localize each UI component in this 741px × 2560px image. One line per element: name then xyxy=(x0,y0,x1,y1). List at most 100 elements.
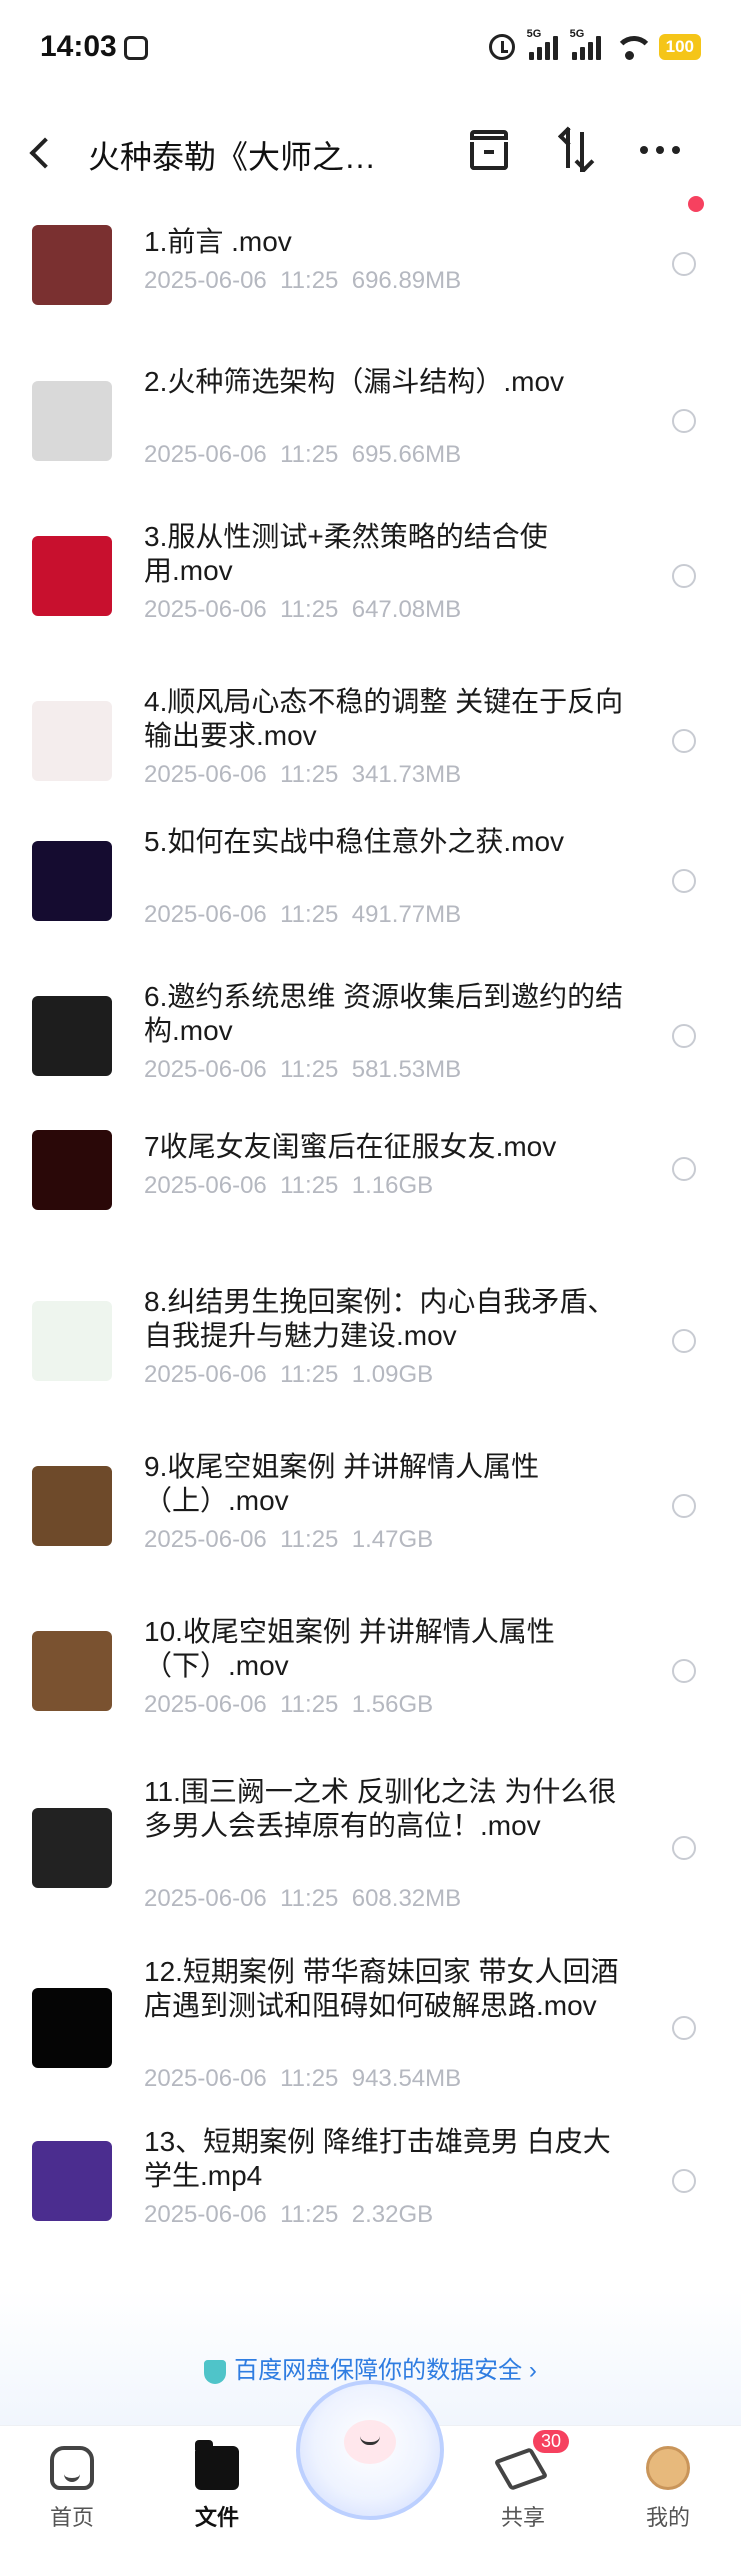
notification-dot xyxy=(688,196,704,212)
file-size: 647.08MB xyxy=(351,596,462,623)
video-thumbnail xyxy=(32,2141,112,2221)
video-thumbnail xyxy=(32,1988,112,2068)
video-thumbnail xyxy=(32,1808,112,1888)
video-thumbnail xyxy=(32,841,112,921)
sort-icon[interactable] xyxy=(556,128,596,172)
file-date: 2025-06-06 xyxy=(144,1056,267,1083)
select-radio[interactable] xyxy=(672,409,696,433)
file-size: 1.09GB xyxy=(351,1361,434,1388)
file-meta: 2025-06-06 11:25 1.16GB xyxy=(144,1172,433,1200)
battery-indicator: 100 xyxy=(658,34,701,60)
file-time: 11:25 xyxy=(280,1056,339,1083)
file-date: 2025-06-06 xyxy=(144,267,267,294)
select-radio[interactable] xyxy=(672,729,696,753)
signal-label: 5G xyxy=(526,28,542,40)
select-radio[interactable] xyxy=(672,2169,696,2193)
file-date: 2025-06-06 xyxy=(144,1526,267,1553)
file-name: 13、短期案例 降维打击雄竟男 白皮大学生.mp4 xyxy=(144,2126,611,2191)
back-icon[interactable] xyxy=(29,137,61,169)
file-date: 2025-06-06 xyxy=(144,1172,267,1199)
file-date: 2025-06-06 xyxy=(144,1361,267,1388)
file-time: 11:25 xyxy=(280,596,339,623)
select-radio[interactable] xyxy=(672,252,696,276)
mascot-button[interactable] xyxy=(296,2380,444,2520)
video-thumbnail xyxy=(32,225,112,305)
file-name: 8.纠结男生挽回案例：内心自我矛盾、自我提升与魅力建设.mov xyxy=(144,1286,616,1351)
video-thumbnail xyxy=(32,1631,112,1711)
file-name: 2.火种筛选架构（漏斗结构）.mov xyxy=(144,366,565,397)
signal-label-2: 5G xyxy=(569,28,585,40)
file-size: 1.47GB xyxy=(351,1526,434,1553)
file-time: 11:25 xyxy=(280,2065,339,2092)
nav-me-label: 我的 xyxy=(645,2505,690,2530)
more-icon[interactable] xyxy=(640,146,680,154)
select-radio[interactable] xyxy=(672,1494,696,1518)
select-radio[interactable] xyxy=(672,2016,696,2040)
archive-icon[interactable] xyxy=(470,130,508,170)
file-time: 11:25 xyxy=(280,1885,339,1912)
file-time: 11:25 xyxy=(280,1361,339,1388)
file-size: 1.56GB xyxy=(351,1691,434,1718)
select-radio[interactable] xyxy=(672,1836,696,1860)
file-name: 11.围三阙一之术 反驯化之法 为什么很多男人会丢掉原有的高位！.mov xyxy=(144,1776,617,1841)
status-indicators: 5G 5G 100 xyxy=(488,28,701,60)
file-meta: 2025-06-06 11:25 341.73MB xyxy=(144,761,461,789)
status-time: 14:03 xyxy=(40,30,117,63)
page-title: 火种泰勒《大师之… xyxy=(88,139,377,175)
send-icon xyxy=(493,2447,549,2491)
file-date: 2025-06-06 xyxy=(144,2065,267,2092)
shield-icon xyxy=(204,2359,227,2384)
file-size: 696.89MB xyxy=(351,267,462,294)
file-meta: 2025-06-06 11:25 695.66MB xyxy=(144,441,461,469)
file-time: 11:25 xyxy=(280,1526,339,1553)
file-date: 2025-06-06 xyxy=(144,441,267,468)
signal-icon: 5G xyxy=(527,28,558,60)
home-icon xyxy=(50,2446,94,2490)
video-thumbnail xyxy=(32,536,112,616)
file-name: 4.顺风局心态不稳的调整 关键在于反向输出要求.mov xyxy=(144,686,624,751)
select-radio[interactable] xyxy=(672,1157,696,1181)
video-thumbnail xyxy=(32,1130,112,1210)
file-size: 1.16GB xyxy=(351,1172,434,1199)
select-radio[interactable] xyxy=(672,1659,696,1683)
file-size: 581.53MB xyxy=(351,1056,462,1083)
file-meta: 2025-06-06 11:25 1.47GB xyxy=(144,1526,433,1554)
file-meta: 2025-06-06 11:25 581.53MB xyxy=(144,1056,461,1084)
nav-home-label: 首页 xyxy=(49,2505,94,2530)
video-thumbnail xyxy=(32,1301,112,1381)
file-size: 491.77MB xyxy=(351,901,462,928)
select-radio[interactable] xyxy=(672,1329,696,1353)
file-date: 2025-06-06 xyxy=(144,1885,267,1912)
file-time: 11:25 xyxy=(280,441,339,468)
file-date: 2025-06-06 xyxy=(144,761,267,788)
file-time: 11:25 xyxy=(280,267,339,294)
file-time: 11:25 xyxy=(280,2201,339,2228)
file-date: 2025-06-06 xyxy=(144,901,267,928)
security-promo-text: 百度网盘保障你的数据安全 › xyxy=(234,2357,537,2384)
select-radio[interactable] xyxy=(672,564,696,588)
nav-files-label: 文件 xyxy=(194,2505,239,2530)
file-name: 7收尾女友闺蜜后在征服女友.mov xyxy=(144,1131,557,1162)
file-name: 1.前言 .mov xyxy=(144,226,292,257)
select-radio[interactable] xyxy=(672,1024,696,1048)
file-time: 11:25 xyxy=(280,761,339,788)
status-bar: 14:03 5G 5G 100 xyxy=(0,0,741,100)
select-radio[interactable] xyxy=(672,869,696,893)
folder-icon xyxy=(195,2440,239,2490)
file-date: 2025-06-06 xyxy=(144,1691,267,1718)
file-meta: 2025-06-06 11:25 491.77MB xyxy=(144,901,461,929)
file-time: 11:25 xyxy=(280,1172,339,1199)
file-time: 11:25 xyxy=(280,1691,339,1718)
file-date: 2025-06-06 xyxy=(144,596,267,623)
file-size: 695.66MB xyxy=(351,441,462,468)
file-meta: 2025-06-06 11:25 1.09GB xyxy=(144,1361,433,1389)
video-thumbnail xyxy=(32,381,112,461)
file-meta: 2025-06-06 11:25 1.56GB xyxy=(144,1691,433,1719)
file-date: 2025-06-06 xyxy=(144,2201,267,2228)
video-thumbnail xyxy=(32,701,112,781)
file-name: 3.服从性测试+柔然策略的结合使用.mov xyxy=(144,521,548,586)
signal-icon-2: 5G xyxy=(570,28,601,60)
wifi-icon xyxy=(613,34,654,60)
avatar-icon xyxy=(646,2446,690,2490)
header: 火种泰勒《大师之… xyxy=(0,100,741,212)
